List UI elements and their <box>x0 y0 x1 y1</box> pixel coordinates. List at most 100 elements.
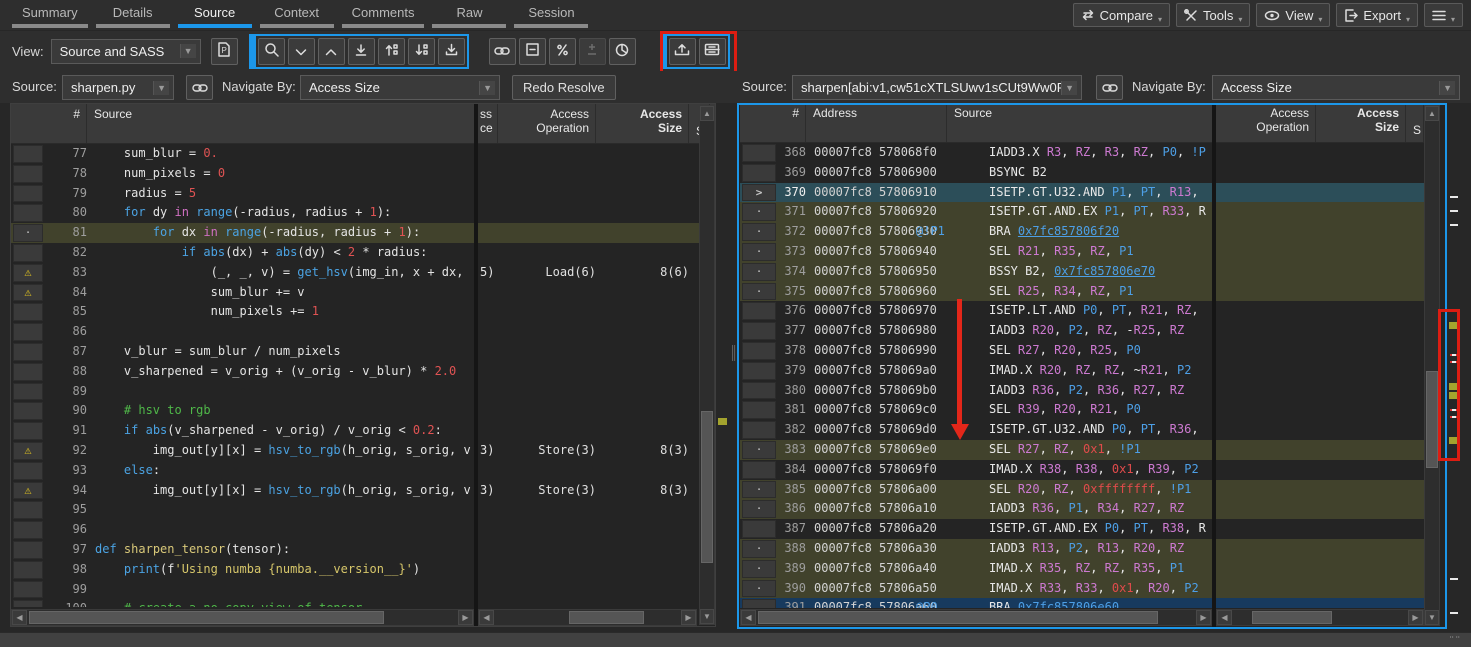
col-header-access-operation[interactable]: AccessOperation <box>499 104 596 143</box>
source-heatmap-strip[interactable] <box>717 104 728 626</box>
navigate-down-button[interactable] <box>408 38 435 65</box>
scroll-thumb[interactable] <box>758 611 1158 624</box>
source-hscrollbar[interactable]: ◀ ▶ <box>11 609 474 626</box>
sass-row[interactable]: 38400007fc8 578069f0IMAD.X R38, R38, 0x1… <box>740 460 1214 480</box>
tab-context[interactable]: Context <box>256 0 338 30</box>
source-row[interactable]: 97def sharpen_tensor(tensor): <box>11 540 474 560</box>
menu-button[interactable]: ▾ <box>1424 3 1463 27</box>
scroll-left-arrow[interactable]: ◀ <box>12 610 27 625</box>
sass-row[interactable]: 38700007fc8 57806a20ISETP.GT.AND.EX P0, … <box>740 519 1214 539</box>
source-row[interactable]: 88 v_sharpened = v_orig + (v_orig - v_bl… <box>11 362 474 382</box>
source-row[interactable]: 80 for dy in range(-radius, radius + 1): <box>11 203 474 223</box>
sass-row[interactable]: 37600007fc8 57806970ISETP.LT.AND P0, PT,… <box>740 301 1214 321</box>
redo-resolve-button[interactable]: Redo Resolve <box>512 75 616 100</box>
scroll-right-arrow[interactable]: ▶ <box>458 610 473 625</box>
source-row[interactable]: ⚠83 (_, _, v) = get_hsv(img_in, x + dx, <box>11 263 474 283</box>
col-header-address-space-clipped[interactable]: ssce <box>478 104 498 143</box>
sass-row[interactable]: 38000007fc8 578069b0IADD3 R36, P2, R36, … <box>740 381 1214 401</box>
percent-button[interactable] <box>549 38 576 65</box>
scroll-thumb[interactable] <box>569 611 644 624</box>
sass-row[interactable]: ·38800007fc8 57806a30IADD3 R13, P2, R13,… <box>740 539 1214 559</box>
sass-row[interactable]: ·38900007fc8 57806a40IMAD.X R35, RZ, RZ,… <box>740 559 1214 579</box>
col-header-access-operation[interactable]: AccessOperation <box>1216 103 1316 142</box>
sass-hscrollbar[interactable]: ◀ ▶ <box>740 609 1212 626</box>
right-navigate-dropdown[interactable]: Access Size▼ <box>1212 75 1460 100</box>
tab-details[interactable]: Details <box>92 0 174 30</box>
source-row[interactable]: 89 <box>11 382 474 402</box>
source-row[interactable]: 78 num_pixels = 0 <box>11 164 474 184</box>
scroll-thumb[interactable] <box>29 611 384 624</box>
chevron-down-button[interactable] <box>288 38 315 65</box>
sass-row[interactable]: ·38600007fc8 57806a10IADD3 R36, P1, R34,… <box>740 499 1214 519</box>
scroll-thumb[interactable] <box>1252 611 1332 624</box>
navigate-up-button[interactable] <box>378 38 405 65</box>
sass-row[interactable]: ·37300007fc8 57806940SEL R21, R35, RZ, P… <box>740 242 1214 262</box>
sass-row[interactable]: 39100007fc8 57806a60@P0BRA 0x7fc857806e6… <box>740 598 1214 608</box>
col-header-source[interactable]: Source <box>948 103 1212 142</box>
right-link-toggle[interactable] <box>1096 75 1123 100</box>
link-button[interactable] <box>489 38 516 65</box>
col-header-source[interactable]: Source <box>88 104 474 143</box>
source-row[interactable]: 90 # hsv to rgb <box>11 401 474 421</box>
left-link-toggle[interactable] <box>186 75 213 100</box>
pie-chart-button[interactable] <box>609 38 636 65</box>
sass-row[interactable]: ·37100007fc8 57806920ISETP.GT.AND.EX P1,… <box>740 202 1214 222</box>
source-row[interactable]: ·81 for dx in range(-radius, radius + 1)… <box>11 223 474 243</box>
tab-session[interactable]: Session <box>510 0 592 30</box>
sass-row[interactable]: 36900007fc8 57806900BSYNC B2 <box>740 163 1214 183</box>
view-mode-dropdown[interactable]: Source and SASS▼ <box>51 39 201 64</box>
source-row[interactable]: 79 radius = 5 <box>11 184 474 204</box>
sass-row[interactable]: ·37400007fc8 57806950BSSY B2, 0x7fc85780… <box>740 262 1214 282</box>
col-header-num[interactable]: # <box>740 103 806 142</box>
col-header-address[interactable]: Address <box>807 103 947 142</box>
sass-metrics-hscrollbar[interactable]: ◀ ▶ <box>1216 609 1424 626</box>
tab-raw[interactable]: Raw <box>428 0 510 30</box>
import-down-button[interactable] <box>438 38 465 65</box>
source-row[interactable]: 87 v_blur = sum_blur / num_pixels <box>11 342 474 362</box>
chevron-up-button[interactable] <box>318 38 345 65</box>
source-row[interactable]: 96 <box>11 520 474 540</box>
goto-line-button[interactable] <box>348 38 375 65</box>
scroll-down-arrow[interactable]: ▼ <box>700 609 714 624</box>
scroll-down-arrow[interactable]: ▼ <box>1425 610 1439 625</box>
scroll-thumb[interactable] <box>701 411 713 563</box>
sass-row[interactable]: ·38500007fc8 57806a00SEL R20, RZ, 0xffff… <box>740 480 1214 500</box>
sass-row[interactable]: >37000007fc8 57806910ISETP.GT.U32.AND P1… <box>740 183 1214 203</box>
export-button[interactable]: Export▾ <box>1336 3 1418 27</box>
source-row[interactable]: 93 else: <box>11 461 474 481</box>
scroll-up-arrow[interactable]: ▲ <box>700 106 714 121</box>
source-row[interactable]: 100 # create a no-copy view of tensor <box>11 599 474 607</box>
source-row[interactable]: ⚠84 sum_blur += v <box>11 283 474 303</box>
source-row[interactable]: 98 print(f'Using numba {numba.__version_… <box>11 560 474 580</box>
sass-row[interactable]: 37700007fc8 57806980IADD3 R20, P2, RZ, -… <box>740 321 1214 341</box>
scroll-right-arrow[interactable]: ▶ <box>1196 610 1211 625</box>
tray-up-button[interactable] <box>669 38 696 65</box>
col-header-num[interactable]: # <box>11 104 87 143</box>
source-file-button[interactable]: P <box>211 38 238 65</box>
tab-summary[interactable]: Summary <box>8 0 92 30</box>
scroll-left-arrow[interactable]: ◀ <box>741 610 756 625</box>
sass-row[interactable]: 38100007fc8 578069c0SEL R39, R20, R21, P… <box>740 400 1214 420</box>
scroll-thumb[interactable] <box>1426 371 1438 468</box>
sass-row[interactable]: 38200007fc8 578069d0ISETP.GT.U32.AND P0,… <box>740 420 1214 440</box>
source-row[interactable]: ⚠94 img_out[y][x] = hsv_to_rgb(h_orig, s… <box>11 481 474 501</box>
sass-row[interactable]: 37900007fc8 578069a0IMAD.X R20, RZ, RZ, … <box>740 361 1214 381</box>
tab-source[interactable]: Source <box>174 0 256 30</box>
source-row[interactable]: 91 if abs(v_sharpened - v_orig) / v_orig… <box>11 421 474 441</box>
source-row[interactable]: 99 <box>11 580 474 600</box>
sass-row[interactable]: ·37500007fc8 57806960SEL R25, R34, RZ, P… <box>740 282 1214 302</box>
sass-row[interactable]: 37800007fc8 57806990SEL R27, R20, R25, P… <box>740 341 1214 361</box>
sass-row[interactable]: ·38300007fc8 578069e0SEL R27, RZ, 0x1, !… <box>740 440 1214 460</box>
view-button[interactable]: View▾ <box>1256 3 1330 27</box>
source-row[interactable]: ⚠92 img_out[y][x] = hsv_to_rgb(h_orig, s… <box>11 441 474 461</box>
scroll-up-arrow[interactable]: ▲ <box>1425 106 1439 121</box>
left-source-dropdown[interactable]: sharpen.py▼ <box>62 75 174 100</box>
scroll-right-arrow[interactable]: ▶ <box>681 610 696 625</box>
source-row[interactable]: 95 <box>11 500 474 520</box>
collapse-box-button[interactable] <box>519 38 546 65</box>
right-source-dropdown[interactable]: sharpen[abi:v1,cw51cXTLSUwv1sCUt9Ww0FEw0… <box>792 75 1082 100</box>
scroll-left-arrow[interactable]: ◀ <box>479 610 494 625</box>
search-button[interactable] <box>258 38 285 65</box>
source-vertical-scrollbar[interactable]: ▲ ▼ <box>699 105 715 625</box>
sass-row[interactable]: 36800007fc8 578068f0IADD3.X R3, RZ, R3, … <box>740 143 1214 163</box>
